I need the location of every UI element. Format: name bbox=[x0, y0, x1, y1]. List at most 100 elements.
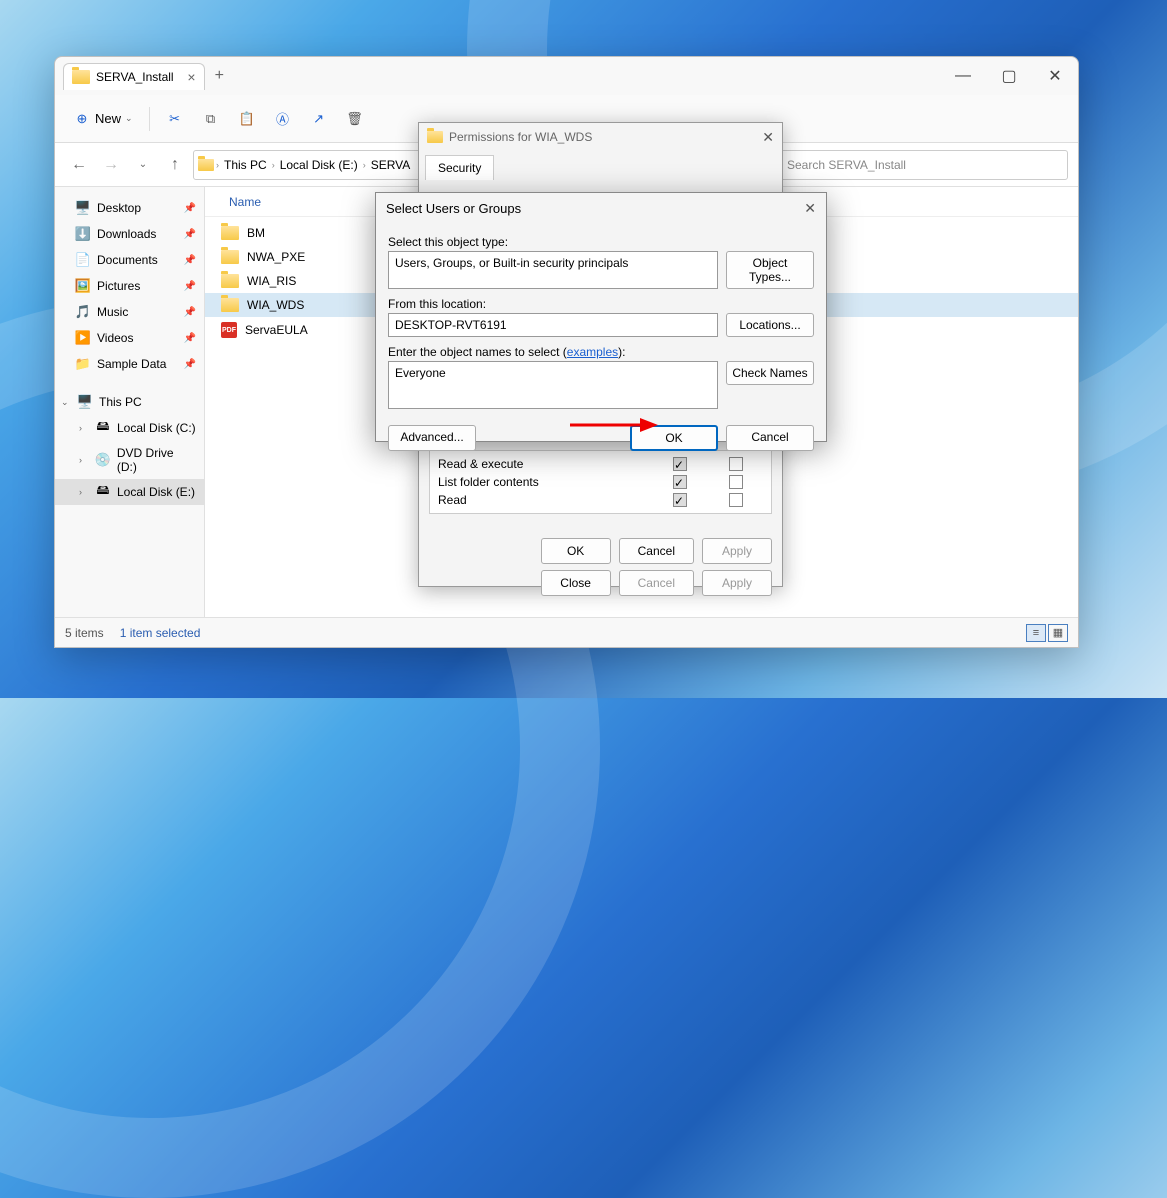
nav-icon: 🖼️ bbox=[75, 278, 91, 294]
nav-icon: 📁 bbox=[75, 356, 91, 372]
chevron-right-icon[interactable]: › bbox=[79, 423, 89, 433]
deny-checkbox[interactable] bbox=[729, 475, 743, 489]
cut-icon: ✂ bbox=[166, 110, 184, 128]
new-label: New bbox=[95, 111, 121, 126]
sidebar-item-drive[interactable]: ›🖴Local Disk (C:) bbox=[55, 415, 204, 441]
pdf-icon: PDF bbox=[221, 322, 237, 338]
object-types-button[interactable]: Object Types... bbox=[726, 251, 814, 289]
check-names-button[interactable]: Check Names bbox=[726, 361, 814, 385]
window-tab[interactable]: SERVA_Install × bbox=[63, 63, 205, 90]
locations-button[interactable]: Locations... bbox=[726, 313, 814, 337]
pin-icon: 📌 bbox=[184, 281, 196, 292]
cancel-button[interactable]: Cancel bbox=[726, 425, 814, 451]
sidebar-item-label: Videos bbox=[97, 331, 133, 345]
nav-icon: ⬇️ bbox=[75, 226, 91, 242]
close-button[interactable]: Close bbox=[541, 570, 611, 596]
close-button[interactable]: ✕ bbox=[1032, 57, 1078, 95]
breadcrumb-item[interactable]: SERVA bbox=[368, 158, 414, 172]
drive-icon: 🖴 bbox=[95, 420, 111, 436]
sidebar-item-label: Documents bbox=[97, 253, 158, 267]
share-icon: ↗ bbox=[310, 110, 328, 128]
chevron-right-icon[interactable]: › bbox=[79, 455, 89, 465]
sidebar-item[interactable]: 🖥️Desktop📌 bbox=[55, 195, 204, 221]
file-name: WIA_WDS bbox=[247, 298, 304, 312]
ok-button[interactable]: OK bbox=[541, 538, 611, 564]
delete-button[interactable]: 🗑 bbox=[340, 106, 370, 132]
item-count: 5 items bbox=[65, 626, 104, 640]
search-placeholder: Search SERVA_Install bbox=[787, 158, 906, 172]
sidebar-item-label: Desktop bbox=[97, 201, 141, 215]
chevron-right-icon: › bbox=[272, 160, 275, 170]
sidebar-item-label: Local Disk (E:) bbox=[117, 485, 195, 499]
tab-security[interactable]: Security bbox=[425, 155, 494, 180]
pin-icon: 📌 bbox=[184, 203, 196, 214]
breadcrumb-item[interactable]: Local Disk (E:) bbox=[277, 158, 361, 172]
examples-link[interactable]: examples bbox=[567, 345, 618, 359]
column-label: Name bbox=[229, 195, 261, 209]
select-users-dialog: Select Users or Groups ✕ Select this obj… bbox=[375, 192, 827, 442]
permission-row: List folder contents ✓ bbox=[430, 473, 771, 491]
status-bar: 5 items 1 item selected ≡ ▦ bbox=[55, 617, 1078, 647]
sidebar-item-label: Music bbox=[97, 305, 128, 319]
dialog-titlebar: Select Users or Groups ✕ bbox=[376, 193, 826, 223]
titlebar: SERVA_Install × + — ▢ ✕ bbox=[55, 57, 1078, 95]
recent-button[interactable]: ⌄ bbox=[129, 151, 157, 179]
dialog-title: Permissions for WIA_WDS bbox=[449, 130, 592, 144]
object-type-label: Select this object type: bbox=[388, 235, 814, 249]
close-icon[interactable]: ✕ bbox=[762, 129, 774, 146]
maximize-button[interactable]: ▢ bbox=[986, 57, 1032, 95]
apply-button[interactable]: Apply bbox=[702, 570, 772, 596]
folder-icon bbox=[72, 70, 90, 84]
rename-button[interactable]: Ⓐ bbox=[268, 106, 298, 132]
share-button[interactable]: ↗ bbox=[304, 106, 334, 132]
cancel-button[interactable]: Cancel bbox=[619, 570, 694, 596]
chevron-right-icon[interactable]: › bbox=[79, 487, 89, 497]
close-icon[interactable]: ✕ bbox=[804, 200, 816, 217]
breadcrumb-item[interactable]: This PC bbox=[221, 158, 270, 172]
window-controls: — ▢ ✕ bbox=[940, 57, 1078, 95]
ok-button[interactable]: OK bbox=[630, 425, 718, 451]
new-tab-button[interactable]: + bbox=[215, 67, 224, 85]
cut-button[interactable]: ✂ bbox=[160, 106, 190, 132]
chevron-down-icon[interactable]: ⌄ bbox=[61, 397, 71, 408]
search-input[interactable]: Search SERVA_Install bbox=[778, 150, 1068, 180]
up-button[interactable]: ↑ bbox=[161, 151, 189, 179]
sidebar-item-drive[interactable]: ›🖴Local Disk (E:) bbox=[55, 479, 204, 505]
drive-icon: 💿 bbox=[95, 452, 111, 468]
sidebar-item[interactable]: 📄Documents📌 bbox=[55, 247, 204, 273]
details-view-button[interactable]: ≡ bbox=[1026, 624, 1046, 642]
chevron-right-icon: › bbox=[363, 160, 366, 170]
sidebar-item[interactable]: 🖼️ Pictures 📌 bbox=[55, 273, 204, 299]
thumbnails-view-button[interactable]: ▦ bbox=[1048, 624, 1068, 642]
new-button[interactable]: ⊕ New ⌄ bbox=[67, 106, 139, 132]
object-names-input[interactable] bbox=[388, 361, 718, 409]
minimize-button[interactable]: — bbox=[940, 57, 986, 95]
sidebar-item-drive[interactable]: ›💿DVD Drive (D:) bbox=[55, 441, 204, 479]
paste-button[interactable]: 📋 bbox=[232, 106, 262, 132]
sidebar-item[interactable]: 🎵Music📌 bbox=[55, 299, 204, 325]
advanced-button[interactable]: Advanced... bbox=[388, 425, 476, 451]
sidebar-item-label: Pictures bbox=[97, 279, 140, 293]
location-label: From this location: bbox=[388, 297, 814, 311]
file-name: ServaEULA bbox=[245, 323, 308, 337]
folder-icon bbox=[427, 131, 443, 143]
allow-checkbox[interactable]: ✓ bbox=[673, 475, 687, 489]
sidebar-item[interactable]: ▶️Videos📌 bbox=[55, 325, 204, 351]
pin-icon: 📌 bbox=[184, 255, 196, 266]
apply-button[interactable]: Apply bbox=[702, 538, 772, 564]
allow-checkbox[interactable]: ✓ bbox=[673, 493, 687, 507]
pin-icon: 📌 bbox=[184, 333, 196, 344]
sidebar-item-label: This PC bbox=[99, 395, 142, 409]
deny-checkbox[interactable] bbox=[729, 493, 743, 507]
copy-button[interactable]: ⧉ bbox=[196, 106, 226, 132]
pin-icon: 📌 bbox=[184, 359, 196, 370]
cancel-button[interactable]: Cancel bbox=[619, 538, 694, 564]
forward-button[interactable]: → bbox=[97, 151, 125, 179]
sidebar-item-this-pc[interactable]: ⌄ 🖥️ This PC bbox=[55, 389, 204, 415]
tab-label: Security bbox=[438, 161, 481, 175]
close-tab-icon[interactable]: × bbox=[187, 69, 195, 85]
sidebar-item[interactable]: 📁Sample Data📌 bbox=[55, 351, 204, 377]
pc-icon: 🖥️ bbox=[77, 394, 93, 410]
back-button[interactable]: ← bbox=[65, 151, 93, 179]
sidebar-item[interactable]: ⬇️Downloads📌 bbox=[55, 221, 204, 247]
